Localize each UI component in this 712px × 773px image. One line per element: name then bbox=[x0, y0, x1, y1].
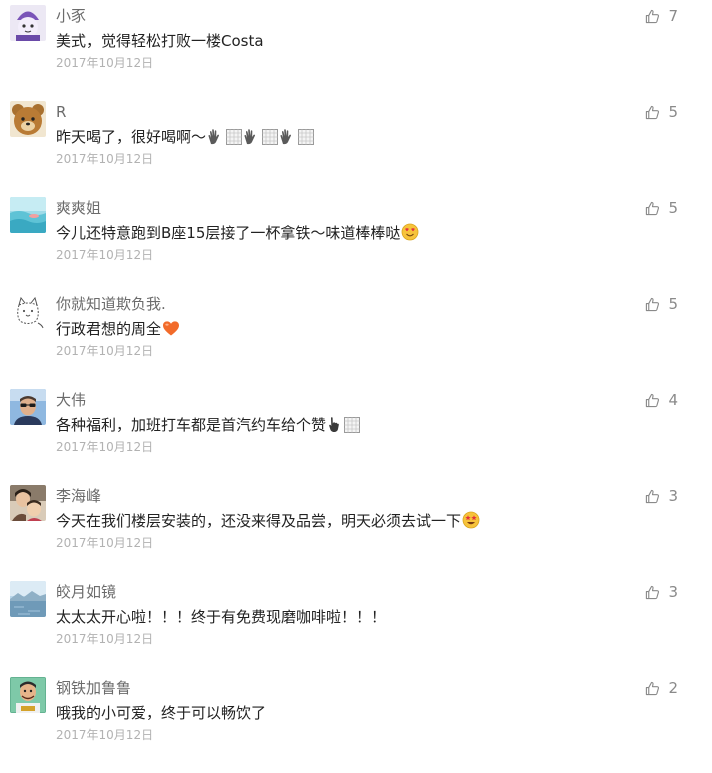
family-photo-avatar-icon bbox=[10, 485, 46, 521]
comment-text: 昨天喝了，很好喝啊～ bbox=[56, 128, 207, 146]
comment-content: 今儿还特意跑到B座15层接了一杯拿铁～味道棒棒哒 bbox=[56, 222, 419, 244]
like-button[interactable]: 4 bbox=[645, 390, 678, 410]
like-button[interactable]: 5 bbox=[645, 102, 678, 122]
like-count: 2 bbox=[668, 679, 678, 697]
purple-character-avatar-icon bbox=[10, 5, 46, 41]
like-button[interactable]: 5 bbox=[645, 294, 678, 314]
comment-nickname: 小豕 bbox=[56, 7, 87, 25]
comment-date: 2017年10月12日 bbox=[56, 632, 154, 646]
thumbs-up-icon bbox=[646, 585, 660, 599]
thumbs-up-icon bbox=[646, 681, 660, 695]
comment-text: 太太太开心啦！！！终于有免费现磨咖啡啦！！！ bbox=[56, 608, 387, 626]
orange-heart-emoji bbox=[163, 321, 180, 336]
comment-text: 行政君想的周全 bbox=[56, 320, 162, 338]
comment-item: 小豕 美式，觉得轻松打败一楼Costa 2017年10月12日 7 bbox=[0, 5, 712, 101]
comment-item: 李海峰 今天在我们楼层安装的，还没来得及品尝，明天必须去试一下 2017年10月… bbox=[0, 485, 712, 581]
comment-item: 你就知道欺负我. 行政君想的周全 2017年10月12日 5 bbox=[0, 293, 712, 389]
avatar[interactable] bbox=[10, 197, 46, 233]
thumbs-up-icon bbox=[646, 393, 660, 407]
sketch-cat-avatar-icon bbox=[10, 293, 46, 329]
unsupported-glyph-icon bbox=[226, 129, 243, 145]
unsupported-glyph-icon bbox=[344, 417, 361, 433]
comment-date: 2017年10月12日 bbox=[56, 152, 154, 166]
comment-date: 2017年10月12日 bbox=[56, 56, 154, 70]
comment-nickname: R bbox=[56, 103, 67, 121]
comment-text: 哦我的小可爱，终于可以畅饮了 bbox=[56, 704, 267, 722]
ocean-avatar-icon bbox=[10, 197, 46, 233]
comment-nickname: 李海峰 bbox=[56, 487, 102, 505]
like-count: 5 bbox=[668, 295, 678, 313]
comment-nickname: 大伟 bbox=[56, 391, 87, 409]
like-count: 3 bbox=[668, 487, 678, 505]
like-button[interactable]: 3 bbox=[645, 582, 678, 602]
avatar[interactable] bbox=[10, 581, 46, 617]
like-button[interactable]: 2 bbox=[645, 678, 678, 698]
unsupported-glyph-icon bbox=[262, 129, 279, 145]
like-button[interactable]: 7 bbox=[645, 6, 678, 26]
like-count: 4 bbox=[668, 391, 678, 409]
comment-content: 今天在我们楼层安装的，还没来得及品尝，明天必须去试一下 bbox=[56, 510, 480, 532]
comment-nickname: 你就知道欺负我. bbox=[56, 295, 166, 313]
comment-date: 2017年10月12日 bbox=[56, 440, 154, 454]
clap-icon bbox=[208, 129, 220, 145]
comment-date: 2017年10月12日 bbox=[56, 728, 154, 742]
comment-content: 哦我的小可爱，终于可以畅饮了 bbox=[56, 702, 266, 724]
thumbs-up-icon bbox=[646, 105, 660, 119]
brown-bear-avatar-icon bbox=[10, 101, 46, 137]
like-count: 5 bbox=[668, 103, 678, 121]
comment-nickname: 皎月如镜 bbox=[56, 583, 117, 601]
comment-item: 大伟 各种福利，加班打车都是首汽约车给个赞 2017年10月12日 4 bbox=[0, 389, 712, 485]
comment-text: 美式，觉得轻松打败一楼Costa bbox=[56, 32, 264, 50]
like-button[interactable]: 5 bbox=[645, 198, 678, 218]
comment-list: 小豕 美式，觉得轻松打败一楼Costa 2017年10月12日 7 R 昨天喝了… bbox=[0, 0, 712, 773]
pointing-hand-icon bbox=[329, 417, 339, 432]
comment-nickname: 爽爽姐 bbox=[56, 199, 102, 217]
avatar[interactable] bbox=[10, 677, 46, 713]
comment-item: 钢铁加鲁鲁 哦我的小可爱，终于可以畅饮了 2017年10月12日 2 bbox=[0, 677, 712, 773]
clap-icon bbox=[244, 129, 256, 145]
avatar[interactable] bbox=[10, 389, 46, 425]
lake-scenery-avatar-icon bbox=[10, 581, 46, 617]
comment-text: 今儿还特意跑到B座15层接了一杯拿铁～味道棒棒哒 bbox=[56, 224, 401, 242]
like-count: 7 bbox=[668, 7, 678, 25]
like-count: 5 bbox=[668, 199, 678, 217]
comment-item: R 昨天喝了，很好喝啊～ 2017年10月12日 5 bbox=[0, 101, 712, 197]
comment-text: 各种福利，加班打车都是首汽约车给个赞 bbox=[56, 416, 327, 434]
thumbs-up-icon bbox=[646, 297, 660, 311]
avatar[interactable] bbox=[10, 485, 46, 521]
avatar[interactable] bbox=[10, 5, 46, 41]
comment-content: 昨天喝了，很好喝啊～ bbox=[56, 126, 315, 148]
clap-icon bbox=[280, 129, 292, 145]
like-button[interactable]: 3 bbox=[645, 486, 678, 506]
comment-content: 行政君想的周全 bbox=[56, 318, 180, 340]
comment-content: 太太太开心啦！！！终于有免费现磨咖啡啦！！！ bbox=[56, 606, 386, 628]
star-struck-emoji bbox=[462, 511, 480, 529]
thumbs-up-icon bbox=[646, 9, 660, 23]
man-sunglasses-avatar-icon bbox=[10, 389, 46, 425]
thumbs-up-icon bbox=[646, 201, 660, 215]
comment-date: 2017年10月12日 bbox=[56, 344, 154, 358]
comment-nickname: 钢铁加鲁鲁 bbox=[56, 679, 132, 697]
like-count: 3 bbox=[668, 583, 678, 601]
avatar[interactable] bbox=[10, 293, 46, 329]
comment-date: 2017年10月12日 bbox=[56, 536, 154, 550]
comment-item: 皎月如镜 太太太开心啦！！！终于有免费现磨咖啡啦！！！ 2017年10月12日 … bbox=[0, 581, 712, 677]
cartoon-man-avatar-icon bbox=[10, 677, 46, 713]
comment-content: 各种福利，加班打车都是首汽约车给个赞 bbox=[56, 414, 361, 436]
comment-date: 2017年10月12日 bbox=[56, 248, 154, 262]
avatar[interactable] bbox=[10, 101, 46, 137]
comment-text: 今天在我们楼层安装的，还没来得及品尝，明天必须去试一下 bbox=[56, 512, 462, 530]
unsupported-glyph-icon bbox=[298, 129, 315, 145]
thumbs-up-icon bbox=[646, 489, 660, 503]
heart-eyes-emoji bbox=[401, 223, 419, 241]
comment-item: 爽爽姐 今儿还特意跑到B座15层接了一杯拿铁～味道棒棒哒 2017年10月12日… bbox=[0, 197, 712, 293]
comment-content: 美式，觉得轻松打败一楼Costa bbox=[56, 30, 264, 52]
